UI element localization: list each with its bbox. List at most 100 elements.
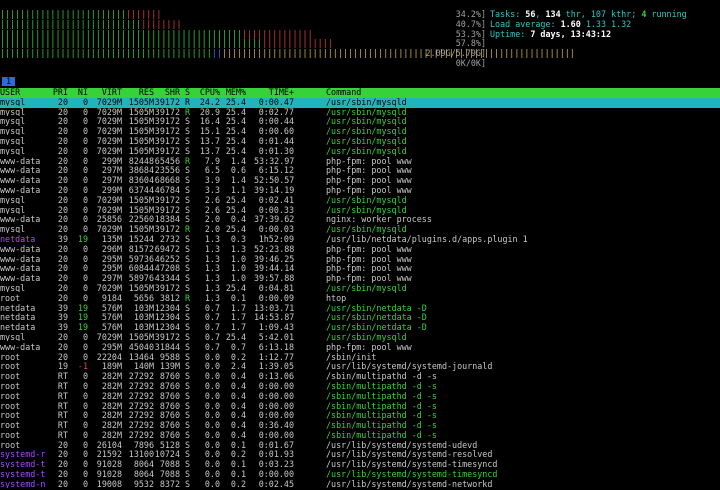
cell-shr: 2732: [159, 233, 180, 244]
cell-time: 6:13.18: [258, 341, 294, 352]
cell-state: S: [185, 194, 191, 205]
header-user[interactable]: USER: [0, 88, 46, 96]
load-label: Load average:: [490, 18, 561, 29]
cell-command: /usr/sbin/netdata -D: [326, 302, 427, 313]
uptime-line: Uptime: 7 days, 13:43:12: [490, 29, 720, 40]
cell-mem: 0.6: [230, 165, 246, 176]
header-cpu[interactable]: CPU%: [196, 88, 220, 97]
cell-cpu: 0.0: [204, 380, 220, 391]
cell-shr: 7088: [159, 459, 180, 470]
cell-mem: 1.0: [230, 263, 246, 274]
cell-mem: 25.4: [225, 116, 246, 127]
cell-cpu: 6.5: [204, 165, 220, 176]
cell-cpu: 2.0: [204, 224, 220, 235]
cell-ni: 0: [82, 155, 88, 166]
cell-pri: 20: [57, 253, 68, 264]
cell-time: 0:00.00: [258, 400, 294, 411]
cell-virt: 282M: [101, 390, 122, 401]
cell-user: root: [0, 372, 21, 381]
meter-bar-segment: |||||||||||||||||||||||||: [0, 9, 127, 19]
meter-bar: ||||||||||||||||||||||||||||||||||||||||…: [0, 49, 575, 57]
cell-ni: 0: [82, 449, 88, 460]
cell-res: 1505M: [128, 145, 154, 156]
cell-cpu: 0.7: [204, 331, 220, 342]
cell-shr: 8760: [159, 420, 180, 431]
cell-cpu: 0.0: [204, 371, 220, 382]
cell-pri: 20: [57, 459, 68, 470]
cell-mem: 0.4: [230, 429, 246, 440]
cell-cpu: 0.0: [204, 361, 220, 372]
cell-mem: 25.4: [225, 282, 246, 293]
header-pri[interactable]: PRI: [48, 88, 68, 97]
cell-mem: 0.4: [230, 390, 246, 401]
cell-res: 5656: [133, 292, 154, 303]
meter-bar-segment: ||||||||||||||||||||||||||||: [0, 18, 142, 29]
cell-cpu: 1.3: [204, 292, 220, 303]
header-virt[interactable]: VIRT: [90, 88, 122, 97]
cell-command: php-fpm: pool www: [326, 273, 412, 284]
cell-shr: 39172: [154, 96, 180, 107]
header-command[interactable]: Command: [326, 88, 361, 97]
meter-value: 2.09G/5.79G]: [425, 48, 486, 59]
cell-cpu: 15.1: [199, 126, 220, 137]
header-ni[interactable]: NI: [72, 88, 88, 97]
cell-user: root: [0, 411, 21, 420]
cell-user: www-data: [0, 342, 41, 351]
cell-cpu: 0.0: [204, 449, 220, 460]
cell-time: 52:23.88: [254, 243, 295, 254]
cell-user: root: [0, 391, 21, 400]
cell-command: /sbin/multipathd -d -s: [326, 420, 437, 431]
header-shr[interactable]: SHR: [152, 88, 180, 97]
header-res[interactable]: RES: [124, 88, 154, 97]
cell-virt: 26104: [96, 439, 122, 450]
cell-command: /sbin/init: [326, 351, 377, 362]
cell-cpu: 16.4: [199, 116, 220, 127]
cell-ni: 0: [82, 420, 88, 431]
cell-res: 58976: [128, 273, 154, 284]
tab-indicator[interactable]: 1: [2, 77, 16, 86]
cell-mem: 25.4: [225, 96, 246, 107]
cell-pri: 20: [57, 126, 68, 137]
cell-pri: 20: [57, 155, 68, 166]
cell-command: /usr/sbin/mysqld: [326, 106, 407, 117]
cell-state: S: [185, 312, 191, 323]
cell-shr: 12304: [154, 322, 180, 333]
cell-res: 103M: [133, 302, 154, 313]
threads-count: 134: [545, 9, 561, 19]
cell-command: /usr/lib/systemd/systemd-timesyncd: [326, 459, 498, 470]
cell-time: 0:00.00: [258, 410, 294, 421]
cell-user: mysql: [0, 146, 26, 155]
cell-time: 0:01.93: [258, 449, 294, 460]
header-mem[interactable]: MEM%: [222, 88, 246, 97]
header-time[interactable]: TIME+: [254, 88, 294, 97]
meter-bar-segment: ||||||||||||||||||||||||||||||||||||||||…: [0, 38, 263, 49]
header-state[interactable]: S: [185, 88, 193, 97]
cell-res: 38684: [128, 165, 154, 176]
cell-res: 27292: [128, 390, 154, 401]
cell-user: root: [0, 362, 21, 371]
meter-bar: ||||||||||||||||||||||||||||||||||||||||…: [0, 39, 333, 47]
cell-virt: 299M: [101, 155, 122, 166]
cell-pri: RT: [57, 429, 68, 440]
cell-shr: 68668: [154, 175, 180, 186]
cell-state: S: [185, 273, 191, 284]
cell-cpu: 2.0: [204, 214, 220, 225]
cell-cpu: 0.0: [204, 439, 220, 450]
cell-ni: 0: [82, 400, 88, 411]
cell-ni: 0: [82, 135, 88, 146]
cell-virt: 91028: [96, 469, 122, 480]
meter-value: 0K/0K]: [455, 57, 486, 68]
process-row[interactable]: systemd-ne 20 0 19008 9532 8372 S 0.0 0.2 0:02.45…: [0, 480, 720, 490]
cell-res: 1505M: [128, 116, 154, 127]
cell-cpu: 3.3: [204, 184, 220, 195]
cell-virt: 135M: [101, 233, 122, 244]
cell-time: 0:00.00: [258, 469, 294, 480]
cell-time: 39:14.19: [254, 184, 295, 195]
cell-user: netdata: [0, 313, 36, 322]
cell-virt: 576M: [101, 322, 122, 333]
load-1min: 1.60: [560, 18, 581, 29]
cell-state: S: [185, 410, 191, 421]
meter-bar-segment: ||||||||||||||: [242, 28, 313, 39]
cell-user: mysql: [0, 205, 26, 214]
cell-cpu: 0.7: [204, 302, 220, 313]
